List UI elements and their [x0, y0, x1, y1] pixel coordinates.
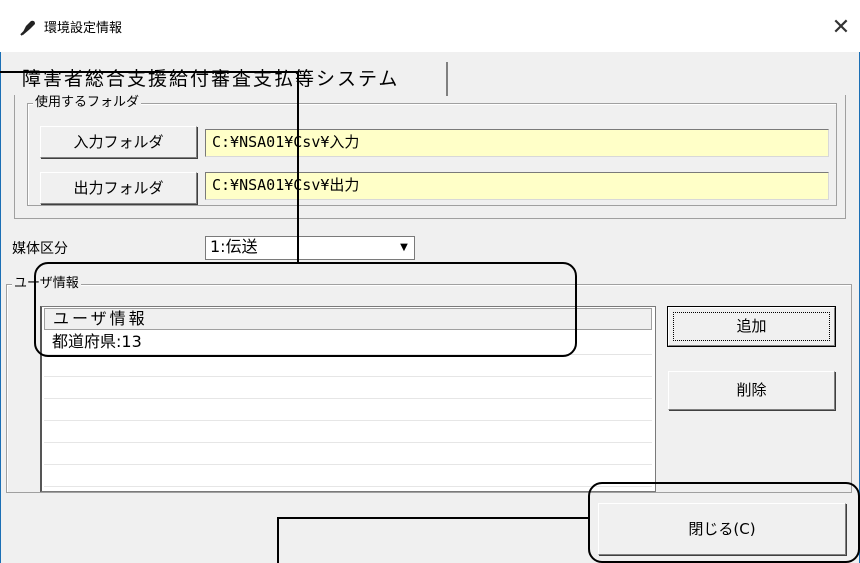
table-row[interactable]: 都道府県:13	[44, 331, 652, 355]
media-label: 媒体区分	[12, 241, 68, 257]
close-button[interactable]: 閉じる(C)	[598, 503, 846, 555]
output-folder-button[interactable]: 出力フォルダ	[40, 172, 197, 204]
window-title: 環境設定情報	[44, 21, 123, 36]
focus-rect	[673, 312, 830, 341]
input-folder-button[interactable]: 入力フォルダ	[40, 126, 197, 158]
add-button[interactable]: 追加	[667, 306, 836, 347]
close-icon[interactable]: ✕	[826, 14, 856, 42]
title-bar	[0, 0, 860, 52]
folders-group-label: 使用するフォルダ	[33, 95, 142, 111]
leader-line-bottom	[277, 517, 589, 519]
leader-line-top-vertical	[297, 71, 299, 263]
leader-line-top	[0, 71, 298, 73]
user-info-group-label: ユーザ情報	[12, 276, 81, 292]
user-info-column-header[interactable]: ユーザ情報	[44, 308, 652, 330]
delete-button[interactable]: 削除	[668, 371, 835, 410]
chevron-down-icon[interactable]: ▼	[397, 238, 411, 258]
list-empty-rows	[44, 355, 652, 489]
tab-system[interactable]: 障害者総合支援給付審査支払等システム	[16, 62, 448, 96]
media-select-value: 1:伝送	[210, 237, 258, 256]
media-select[interactable]: 1:伝送 ▼	[205, 236, 415, 260]
app-icon	[18, 18, 38, 38]
leader-line-bottom-vertical	[277, 517, 279, 563]
